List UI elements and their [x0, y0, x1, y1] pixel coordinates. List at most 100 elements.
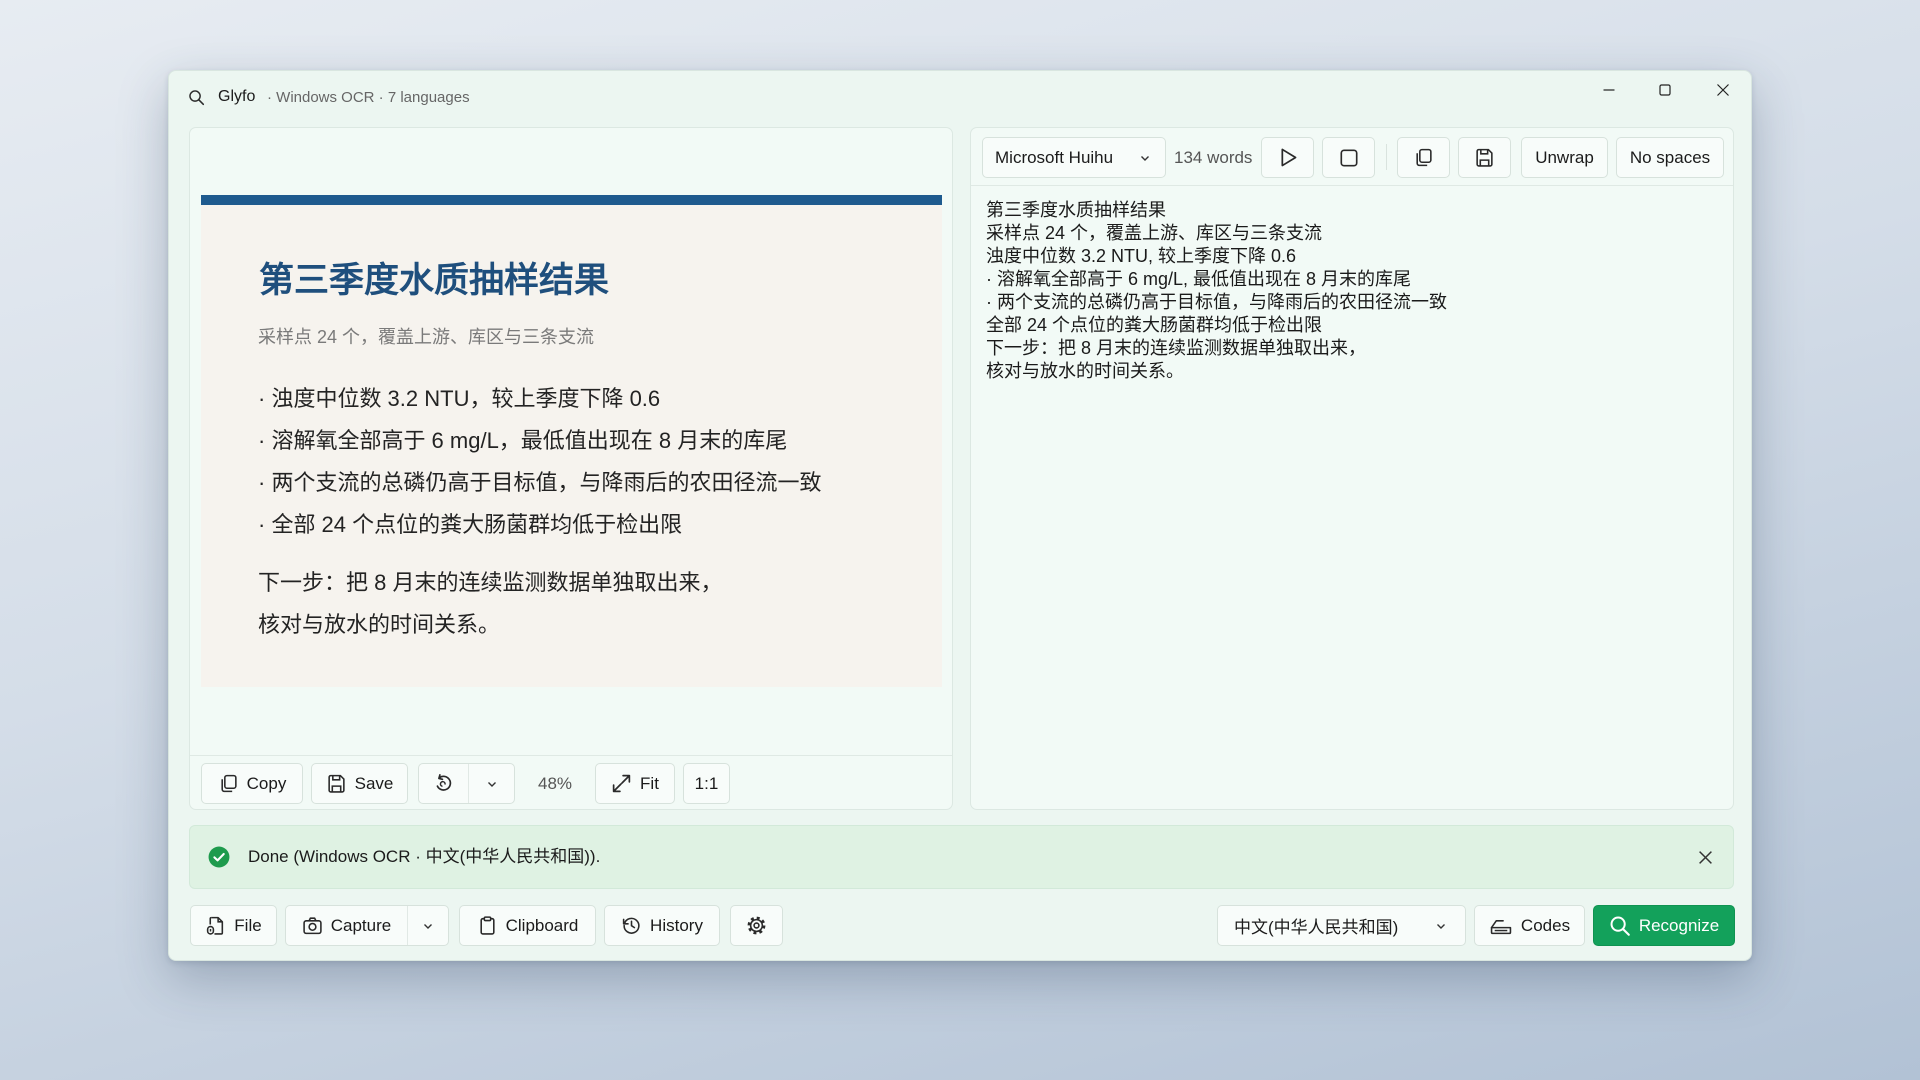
language-select[interactable]: 中文(中华人民共和国)	[1217, 905, 1466, 946]
capture-options-button[interactable]	[408, 906, 448, 945]
capture-label: Capture	[330, 915, 392, 935]
preview-bullet: · 溶解氧全部高于 6 mg/L，最低值出现在 8 月末的库尾	[258, 428, 788, 453]
gear-icon	[746, 915, 767, 936]
text-line: 全部 24 个点位的粪大肠菌群均低于检出限	[986, 315, 1323, 335]
status-message: Done (Windows OCR · 中文(中华人民共和国)).	[248, 847, 601, 866]
app-window: Glyfo · Windows OCR · 7 languages 第三季度水质…	[168, 70, 1752, 961]
chevron-down-icon	[422, 920, 434, 932]
image-preview-pane: 第三季度水质抽样结果 采样点 24 个，覆盖上游、库区与三条支流 · 浊度中位数…	[189, 127, 953, 810]
fit-button[interactable]: Fit	[595, 763, 675, 804]
toolbar-separator	[1386, 144, 1387, 170]
fit-icon	[611, 773, 632, 794]
zoom-level: 48%	[537, 773, 573, 793]
maximize-icon	[1658, 83, 1672, 97]
capture-split-button: Capture	[285, 905, 449, 946]
save-icon	[326, 773, 347, 794]
minimize-icon	[1602, 83, 1616, 97]
check-circle-icon	[208, 846, 230, 868]
recognize-label: Recognize	[1638, 915, 1720, 935]
app-subtitle: · Windows OCR · 7 languages	[267, 89, 470, 106]
rotate-icon	[433, 773, 454, 794]
actual-size-label: 1:1	[694, 773, 719, 793]
rotate-split-button	[418, 763, 515, 804]
maximize-button[interactable]	[1637, 71, 1693, 108]
codes-button[interactable]: Codes	[1474, 905, 1585, 946]
word-count: 134 words	[1174, 147, 1253, 167]
copy-image-button[interactable]: Copy	[201, 763, 303, 804]
unwrap-label: Unwrap	[1535, 147, 1594, 167]
text-line: · 两个支流的总磷仍高于目标值，与降雨后的农田径流一致	[986, 292, 1447, 312]
text-line: · 溶解氧全部高于 6 mg/L, 最低值出现在 8 月末的库尾	[986, 269, 1412, 289]
text-line: 核对与放水的时间关系。	[986, 361, 1184, 381]
text-line: 第三季度水质抽样结果	[986, 200, 1166, 220]
preview-subtitle: 采样点 24 个，覆盖上游、库区与三条支流	[258, 327, 595, 347]
camera-icon	[302, 915, 323, 936]
preview-next-step-line: 核对与放水的时间关系。	[258, 612, 501, 637]
chevron-down-icon	[1139, 152, 1151, 164]
preview-title: 第三季度水质抽样结果	[259, 261, 610, 300]
actual-size-button[interactable]: 1:1	[683, 763, 730, 804]
ocr-text-pane: Microsoft Huihu 134 words Unwrap No spac…	[970, 127, 1734, 810]
title-bar[interactable]: Glyfo · Windows OCR · 7 languages	[169, 71, 1751, 123]
recognized-text-area[interactable]: 第三季度水质抽样结果 采样点 24 个，覆盖上游、库区与三条支流 浊度中位数 3…	[986, 199, 1721, 799]
text-line: 下一步：把 8 月末的连续监测数据单独取出来，	[986, 338, 1367, 358]
copy-text-button[interactable]	[1397, 137, 1450, 178]
close-window-button[interactable]	[1695, 71, 1751, 108]
capture-button[interactable]: Capture	[286, 906, 408, 945]
preview-image[interactable]: 第三季度水质抽样结果 采样点 24 个，覆盖上游、库区与三条支流 · 浊度中位数…	[201, 195, 942, 687]
clipboard-icon	[477, 915, 498, 936]
open-file-button[interactable]: File	[190, 905, 277, 946]
preview-bullet: · 两个支流的总磷仍高于目标值，与降雨后的农田径流一致	[258, 470, 822, 495]
preview-bullet-list: · 浊度中位数 3.2 NTU，较上季度下降 0.6 · 溶解氧全部高于 6 m…	[258, 378, 821, 546]
font-select-value: Microsoft Huihu	[995, 147, 1114, 167]
save-text-button[interactable]	[1458, 137, 1511, 178]
copy-icon	[1413, 147, 1434, 168]
minimize-button[interactable]	[1581, 71, 1637, 108]
history-label: History	[650, 915, 703, 935]
no-spaces-label: No spaces	[1629, 147, 1711, 167]
save-label: Save	[354, 773, 394, 793]
language-select-value: 中文(中华人民共和国)	[1234, 918, 1399, 937]
read-aloud-button[interactable]	[1261, 137, 1314, 178]
copy-label: Copy	[246, 773, 287, 793]
recognize-button[interactable]: Recognize	[1593, 905, 1735, 946]
file-icon	[205, 915, 226, 936]
preview-toolbar-divider	[190, 755, 952, 756]
text-line: 浊度中位数 3.2 NTU, 较上季度下降 0.6	[986, 246, 1297, 266]
clipboard-button[interactable]: Clipboard	[459, 905, 596, 946]
no-spaces-button[interactable]: No spaces	[1616, 137, 1724, 178]
close-icon	[1698, 850, 1713, 865]
preview-accent-rule	[201, 195, 942, 205]
dismiss-status-button[interactable]	[1690, 842, 1720, 872]
rotate-options-button[interactable]	[469, 764, 514, 803]
close-icon	[1716, 83, 1730, 97]
chevron-down-icon	[486, 778, 498, 790]
search-icon	[1609, 915, 1631, 937]
preview-next-step-line: 下一步：把 8 月末的连续监测数据单独取出来，	[258, 570, 723, 595]
stop-reading-button[interactable]	[1322, 137, 1375, 178]
history-icon	[621, 915, 642, 936]
play-icon	[1276, 146, 1299, 169]
settings-button[interactable]	[730, 905, 783, 946]
preview-next-steps: 下一步：把 8 月末的连续监测数据单独取出来， 核对与放水的时间关系。	[258, 562, 722, 646]
app-title: Glyfo	[218, 88, 256, 105]
search-icon	[188, 89, 205, 106]
text-line: 采样点 24 个，覆盖上游、库区与三条支流	[986, 223, 1323, 243]
rotate-button[interactable]	[419, 764, 469, 803]
status-bar: Done (Windows OCR · 中文(中华人民共和国)).	[189, 825, 1734, 889]
scanner-icon	[1489, 915, 1513, 936]
file-label: File	[234, 915, 262, 935]
preview-bullet: · 浊度中位数 3.2 NTU，较上季度下降 0.6	[258, 386, 661, 411]
preview-bullet: · 全部 24 个点位的粪大肠菌群均低于检出限	[258, 512, 683, 537]
stop-icon	[1338, 147, 1360, 169]
save-icon	[1474, 147, 1495, 168]
clipboard-label: Clipboard	[505, 915, 579, 935]
fit-label: Fit	[640, 773, 659, 793]
unwrap-button[interactable]: Unwrap	[1521, 137, 1608, 178]
history-button[interactable]: History	[604, 905, 720, 946]
chevron-down-icon	[1435, 920, 1447, 932]
text-toolbar-divider	[971, 185, 1733, 186]
save-image-button[interactable]: Save	[311, 763, 408, 804]
codes-label: Codes	[1520, 915, 1571, 935]
font-select[interactable]: Microsoft Huihu	[982, 137, 1166, 178]
